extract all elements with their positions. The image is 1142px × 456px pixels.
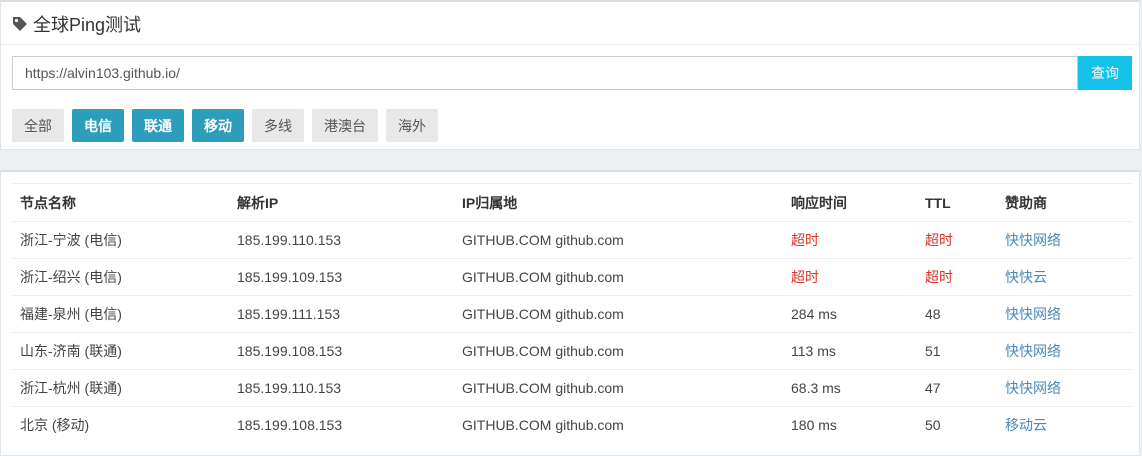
location-cell: GITHUB.COM github.com [454,295,783,333]
ip-cell: 185.199.110.153 [229,369,454,407]
column-response-time: 响应时间 [783,183,917,222]
response-time-cell: 113 ms [783,332,917,370]
ttl-cell: 超时 [917,221,997,259]
ttl-cell: 50 [917,406,997,443]
results-table: 节点名称 解析IP IP归属地 响应时间 TTL 赞助商 浙江-宁波 (电信) … [12,183,1132,443]
location-cell: GITHUB.COM github.com [454,332,783,370]
ttl-cell: 51 [917,332,997,370]
column-ip-location: IP归属地 [454,183,783,222]
results-panel: 节点名称 解析IP IP归属地 响应时间 TTL 赞助商 浙江-宁波 (电信) … [0,170,1140,456]
sponsor-link[interactable]: 快快云 [997,258,1132,296]
node-name-cell: 浙江-杭州 (联通) [12,369,229,407]
sponsor-link[interactable]: 快快网络 [997,332,1132,370]
node-name-cell: 浙江-绍兴 (电信) [12,258,229,296]
ttl-cell: 47 [917,369,997,407]
table-row: 北京 (移动) 185.199.108.153 GITHUB.COM githu… [12,406,1132,443]
node-name-cell: 福建-泉州 (电信) [12,295,229,333]
response-time-cell: 68.3 ms [783,369,917,407]
filter-mobile-button[interactable]: 移动 [192,109,244,142]
filter-all-button[interactable]: 全部 [12,109,64,142]
response-time-cell: 180 ms [783,406,917,443]
sponsor-link[interactable]: 快快网络 [997,369,1132,407]
table-row: 福建-泉州 (电信) 185.199.111.153 GITHUB.COM gi… [12,295,1132,333]
filter-telecom-button[interactable]: 电信 [72,109,124,142]
column-sponsor: 赞助商 [997,183,1132,222]
table-row: 浙江-绍兴 (电信) 185.199.109.153 GITHUB.COM gi… [12,258,1132,296]
table-row: 浙江-杭州 (联通) 185.199.110.153 GITHUB.COM gi… [12,369,1132,407]
filter-hk-macau-tw-button[interactable]: 港澳台 [312,109,378,142]
sponsor-link[interactable]: 快快网络 [997,295,1132,333]
sponsor-link[interactable]: 快快网络 [997,221,1132,259]
tag-icon [12,16,28,32]
url-input[interactable] [12,56,1078,90]
ip-cell: 185.199.111.153 [229,295,454,333]
filter-overseas-button[interactable]: 海外 [386,109,438,142]
location-cell: GITHUB.COM github.com [454,369,783,407]
header-divider [1,44,1139,45]
column-node-name: 节点名称 [12,183,229,222]
table-row: 浙江-宁波 (电信) 185.199.110.153 GITHUB.COM gi… [12,221,1132,259]
node-name-cell: 浙江-宁波 (电信) [12,221,229,259]
location-cell: GITHUB.COM github.com [454,258,783,296]
ip-cell: 185.199.109.153 [229,258,454,296]
response-time-cell: 284 ms [783,295,917,333]
ttl-cell: 48 [917,295,997,333]
ip-cell: 185.199.108.153 [229,406,454,443]
query-button[interactable]: 查询 [1078,56,1132,90]
location-cell: GITHUB.COM github.com [454,406,783,443]
node-name-cell: 北京 (移动) [12,406,229,443]
node-name-cell: 山东-济南 (联通) [12,332,229,370]
table-header-row: 节点名称 解析IP IP归属地 响应时间 TTL 赞助商 [12,183,1132,222]
filter-multiline-button[interactable]: 多线 [252,109,304,142]
ip-cell: 185.199.108.153 [229,332,454,370]
column-resolved-ip: 解析IP [229,183,454,222]
page-title: 全球Ping测试 [33,15,142,35]
sponsor-link[interactable]: 移动云 [997,406,1132,443]
filter-unicom-button[interactable]: 联通 [132,109,184,142]
column-ttl: TTL [917,183,997,222]
ttl-cell: 超时 [917,258,997,296]
panel-header: 全球Ping测试 [12,10,141,38]
response-time-cell: 超时 [783,258,917,296]
table-row: 山东-济南 (联通) 185.199.108.153 GITHUB.COM gi… [12,332,1132,370]
ping-test-panel: 全球Ping测试 查询 全部 电信 联通 移动 多线 港澳台 海外 [0,0,1140,150]
ip-cell: 185.199.110.153 [229,221,454,259]
response-time-cell: 超时 [783,221,917,259]
isp-filter-group: 全部 电信 联通 移动 多线 港澳台 海外 [12,109,446,142]
location-cell: GITHUB.COM github.com [454,221,783,259]
